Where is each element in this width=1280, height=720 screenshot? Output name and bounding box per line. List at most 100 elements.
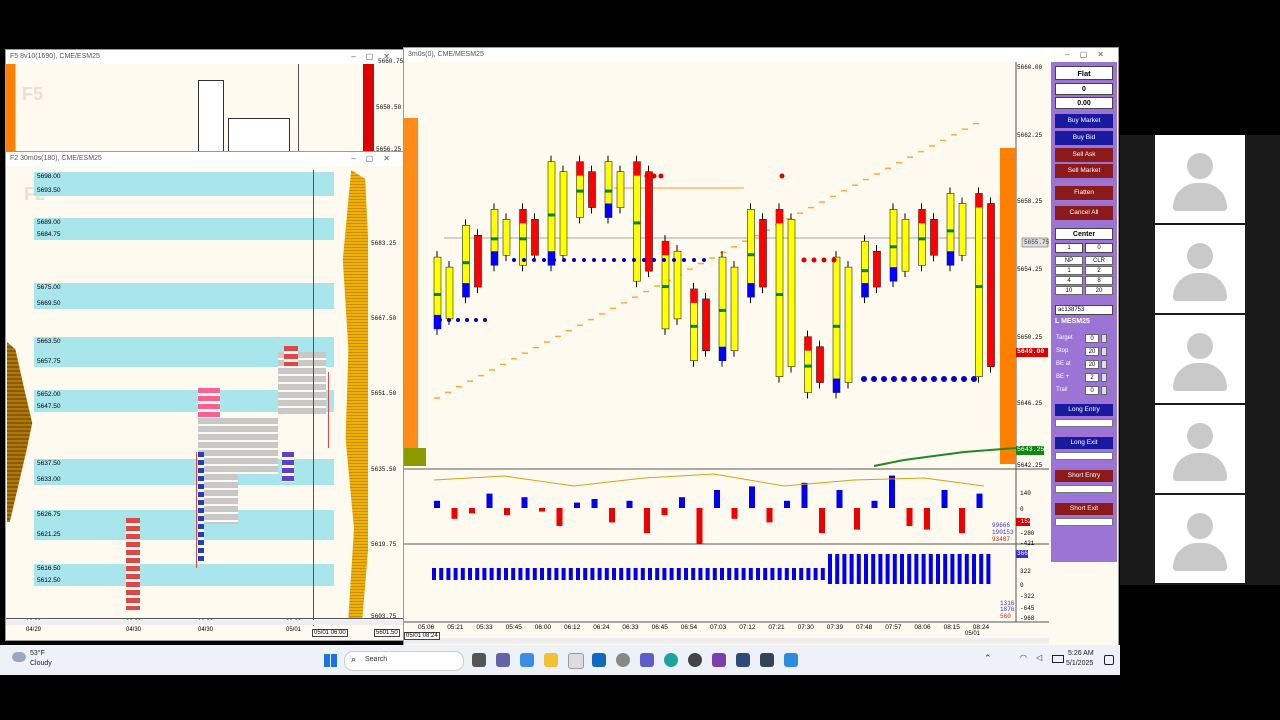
- oscillator-line: [433, 473, 985, 487]
- f5-window[interactable]: F5 8v10(1690), CME/ESM25 –▢✕ F5 5660.75 5…: [5, 49, 405, 161]
- f2-right-volume-profile: [342, 170, 368, 618]
- visual-studio-icon[interactable]: [712, 653, 726, 667]
- paint-icon[interactable]: [784, 653, 798, 667]
- sell-ask-button[interactable]: Sell Ask: [1055, 148, 1113, 162]
- f5-title: F5 8v10(1690), CME/ESM25: [10, 53, 100, 60]
- param-input[interactable]: 0: [1085, 386, 1099, 395]
- left-volume-profile: [404, 118, 418, 458]
- long-entry-dropdown[interactable]: [1055, 419, 1113, 427]
- file-explorer-icon[interactable]: [544, 653, 558, 667]
- f2-titlebar[interactable]: F2 30m0s(180), CME/ESM25 –▢✕: [6, 152, 404, 166]
- param-input[interactable]: 20: [1085, 360, 1099, 369]
- copilot-icon[interactable]: [520, 653, 534, 667]
- volume-bar: [554, 568, 559, 580]
- volume-bar: [892, 554, 897, 584]
- main-chart-window[interactable]: 3m0s(0), CME/MESM25 –▢✕ 5660.00 5662.25 565…: [403, 47, 1119, 649]
- store-icon[interactable]: [568, 653, 584, 669]
- signal-dot: [658, 173, 664, 179]
- account-select[interactable]: ac138753: [1055, 305, 1113, 315]
- outlook-icon[interactable]: [592, 653, 606, 667]
- candle-delta: [918, 209, 926, 224]
- qty-preset-button[interactable]: 1: [1055, 266, 1083, 275]
- param-stepper[interactable]: [1101, 334, 1107, 343]
- param-label: Trail: [1056, 387, 1068, 393]
- qty-preset-button[interactable]: 10: [1055, 286, 1083, 295]
- qty-preset-button[interactable]: CLR: [1085, 256, 1113, 265]
- qty-preset-button[interactable]: 2: [1085, 266, 1113, 275]
- long-entry-button[interactable]: Long Entry: [1055, 404, 1113, 416]
- teams-icon[interactable]: [640, 653, 654, 667]
- param-input[interactable]: 20: [1085, 347, 1099, 356]
- volume-bar: [576, 568, 580, 580]
- weather-temp[interactable]: 53°F: [30, 650, 45, 657]
- cancel-all-button[interactable]: Cancel All: [1055, 206, 1113, 220]
- f2-scrollbar[interactable]: [6, 620, 404, 625]
- short-exit-button[interactable]: Short Exit: [1055, 503, 1113, 515]
- short-entry-dropdown[interactable]: [1055, 485, 1113, 493]
- date-label: 05/01: [965, 631, 981, 637]
- tpo-column-blue: [198, 452, 204, 562]
- qty-input[interactable]: 1: [1055, 243, 1083, 253]
- buy-bid-button[interactable]: Buy Bid: [1055, 131, 1113, 145]
- task-view-icon[interactable]: [472, 653, 486, 667]
- clock-time[interactable]: 5:26 AM: [1068, 650, 1094, 657]
- short-entry-button[interactable]: Short Entry: [1055, 470, 1113, 482]
- tpo-column-red-2: [284, 346, 298, 366]
- volume-bar: [583, 568, 588, 580]
- wifi-icon[interactable]: ◠: [1020, 653, 1027, 662]
- param-input[interactable]: 0: [1085, 334, 1099, 343]
- signal-dot: [474, 318, 478, 322]
- window-app-icon[interactable]: [760, 653, 774, 667]
- sell-market-button[interactable]: Sell Market: [1055, 164, 1113, 178]
- qty-preset-button[interactable]: 20: [1085, 286, 1113, 295]
- short-exit-dropdown[interactable]: [1055, 518, 1113, 526]
- windows-start-icon[interactable]: [324, 654, 337, 667]
- trading-app-icon[interactable]: [736, 653, 750, 667]
- long-exit-button[interactable]: Long Exit: [1055, 437, 1113, 449]
- oscillator-bar: [451, 508, 458, 519]
- participant-avatar: [1155, 495, 1245, 583]
- chat-icon[interactable]: [496, 653, 510, 667]
- f2-cursor-time: 05/01 06:00: [312, 629, 348, 637]
- f2-window[interactable]: F2 30m0s(180), CME/ESM25–▢✕ F2 5698.0056…: [5, 151, 405, 641]
- long-exit-dropdown[interactable]: [1055, 452, 1113, 460]
- signal-dot: [522, 258, 526, 262]
- qty-secondary[interactable]: 0: [1085, 243, 1113, 253]
- oscillator-bar: [696, 508, 703, 544]
- weather-icon[interactable]: [12, 652, 26, 662]
- qty-preset-button[interactable]: NP: [1055, 256, 1083, 265]
- position-qty: 0: [1055, 83, 1113, 95]
- candle-delta: [947, 251, 954, 266]
- volume-bar: [619, 568, 624, 580]
- price-chart[interactable]: [404, 48, 1118, 648]
- clock-date[interactable]: 5/1/2025: [1066, 660, 1093, 667]
- flatten-button[interactable]: Flatten: [1055, 186, 1113, 200]
- volume-bar: [878, 554, 883, 584]
- settings-icon[interactable]: [616, 653, 630, 667]
- param-stepper[interactable]: [1101, 386, 1107, 395]
- signal-dot: [562, 258, 566, 262]
- qty-preset-button[interactable]: 8: [1085, 276, 1113, 285]
- volume-bar: [907, 554, 912, 584]
- volume-bar: [741, 568, 746, 580]
- param-stepper[interactable]: [1101, 347, 1107, 356]
- edge-icon[interactable]: [664, 653, 678, 667]
- param-stepper[interactable]: [1101, 360, 1107, 369]
- sync-icon[interactable]: [688, 653, 702, 667]
- f5-titlebar[interactable]: F5 8v10(1690), CME/ESM25 –▢✕: [6, 50, 404, 64]
- notification-icon[interactable]: [1104, 655, 1114, 665]
- search-box[interactable]: ⌕ Search: [344, 651, 464, 671]
- cursor-time-label: 05/01 08:24: [404, 632, 440, 640]
- window-controls[interactable]: –▢✕: [351, 152, 400, 166]
- center-button[interactable]: Center: [1055, 228, 1113, 240]
- buy-market-button[interactable]: Buy Market: [1055, 114, 1113, 128]
- param-input[interactable]: 2: [1085, 373, 1099, 382]
- param-stepper[interactable]: [1101, 373, 1107, 382]
- oscillator-bar: [539, 508, 545, 512]
- battery-icon[interactable]: [1052, 655, 1064, 663]
- band-label: 5689.00: [37, 219, 61, 226]
- candle-poc: [947, 229, 954, 233]
- volume-icon[interactable]: ◁: [1036, 653, 1042, 662]
- tray-chevron-icon[interactable]: ⌃: [984, 653, 992, 664]
- qty-preset-button[interactable]: 4: [1055, 276, 1083, 285]
